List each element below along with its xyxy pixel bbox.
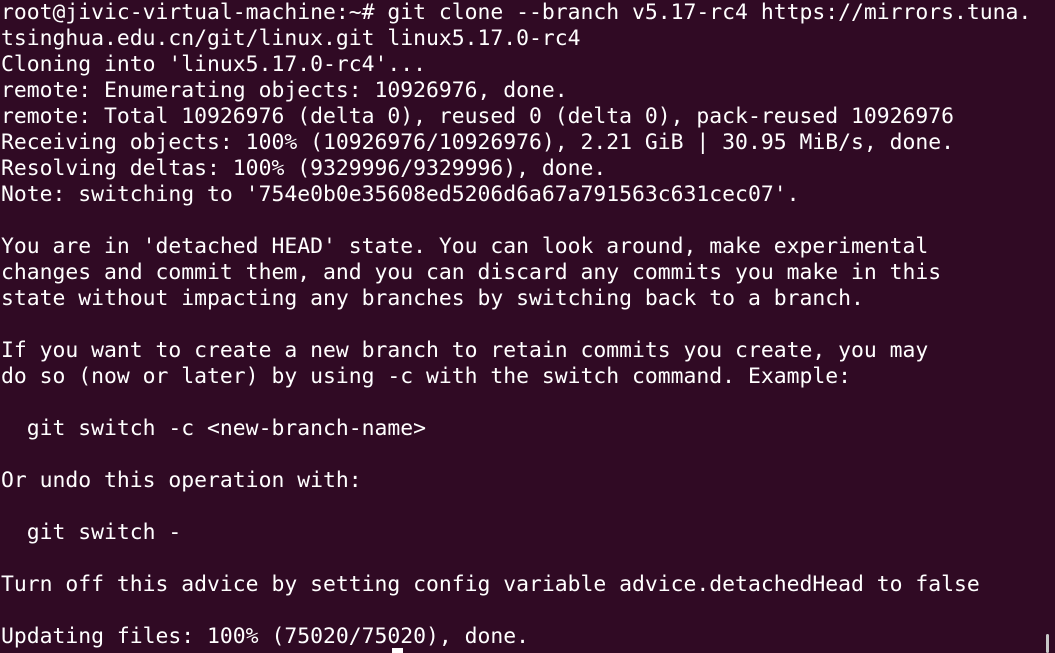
terminal-line: remote: Total 10926976 (delta 0), reused… [1, 104, 954, 129]
vertical-scrollbar[interactable] [1043, 0, 1055, 653]
terminal-line: state without impacting any branches by … [1, 286, 864, 311]
terminal-line: Turn off this advice by setting config v… [1, 572, 980, 597]
terminal-line: changes and commit them, and you can dis… [1, 260, 942, 285]
terminal-line: Receiving objects: 100% (10926976/109269… [1, 130, 954, 155]
terminal-line: Resolving deltas: 100% (9329996/9329996)… [1, 156, 607, 181]
terminal-line: Updating files: 100% (75020/75020), done… [1, 624, 530, 649]
terminal-window[interactable]: root@jivic-virtual-machine:~# git clone … [0, 0, 1055, 653]
terminal-cursor [392, 648, 403, 653]
terminal-output: root@jivic-virtual-machine:~# git clone … [1, 0, 1031, 650]
terminal-line: If you want to create a new branch to re… [1, 338, 929, 363]
scrollbar-thumb[interactable] [1046, 634, 1049, 653]
terminal-line: do so (now or later) by using -c with th… [1, 364, 851, 389]
terminal-line: git switch - [1, 520, 182, 545]
terminal-line: tsinghua.edu.cn/git/linux.git linux5.17.… [1, 26, 581, 51]
terminal-line: root@jivic-virtual-machine:~# git clone … [1, 0, 1032, 25]
terminal-line: Cloning into 'linux5.17.0-rc4'... [1, 52, 426, 77]
terminal-line: Note: switching to '754e0b0e35608ed5206d… [1, 182, 800, 207]
terminal-line: Or undo this operation with: [1, 468, 362, 493]
terminal-line: git switch -c <new-branch-name> [1, 416, 426, 441]
terminal-line: remote: Enumerating objects: 10926976, d… [1, 78, 568, 103]
terminal-line: You are in 'detached HEAD' state. You ca… [1, 234, 929, 259]
